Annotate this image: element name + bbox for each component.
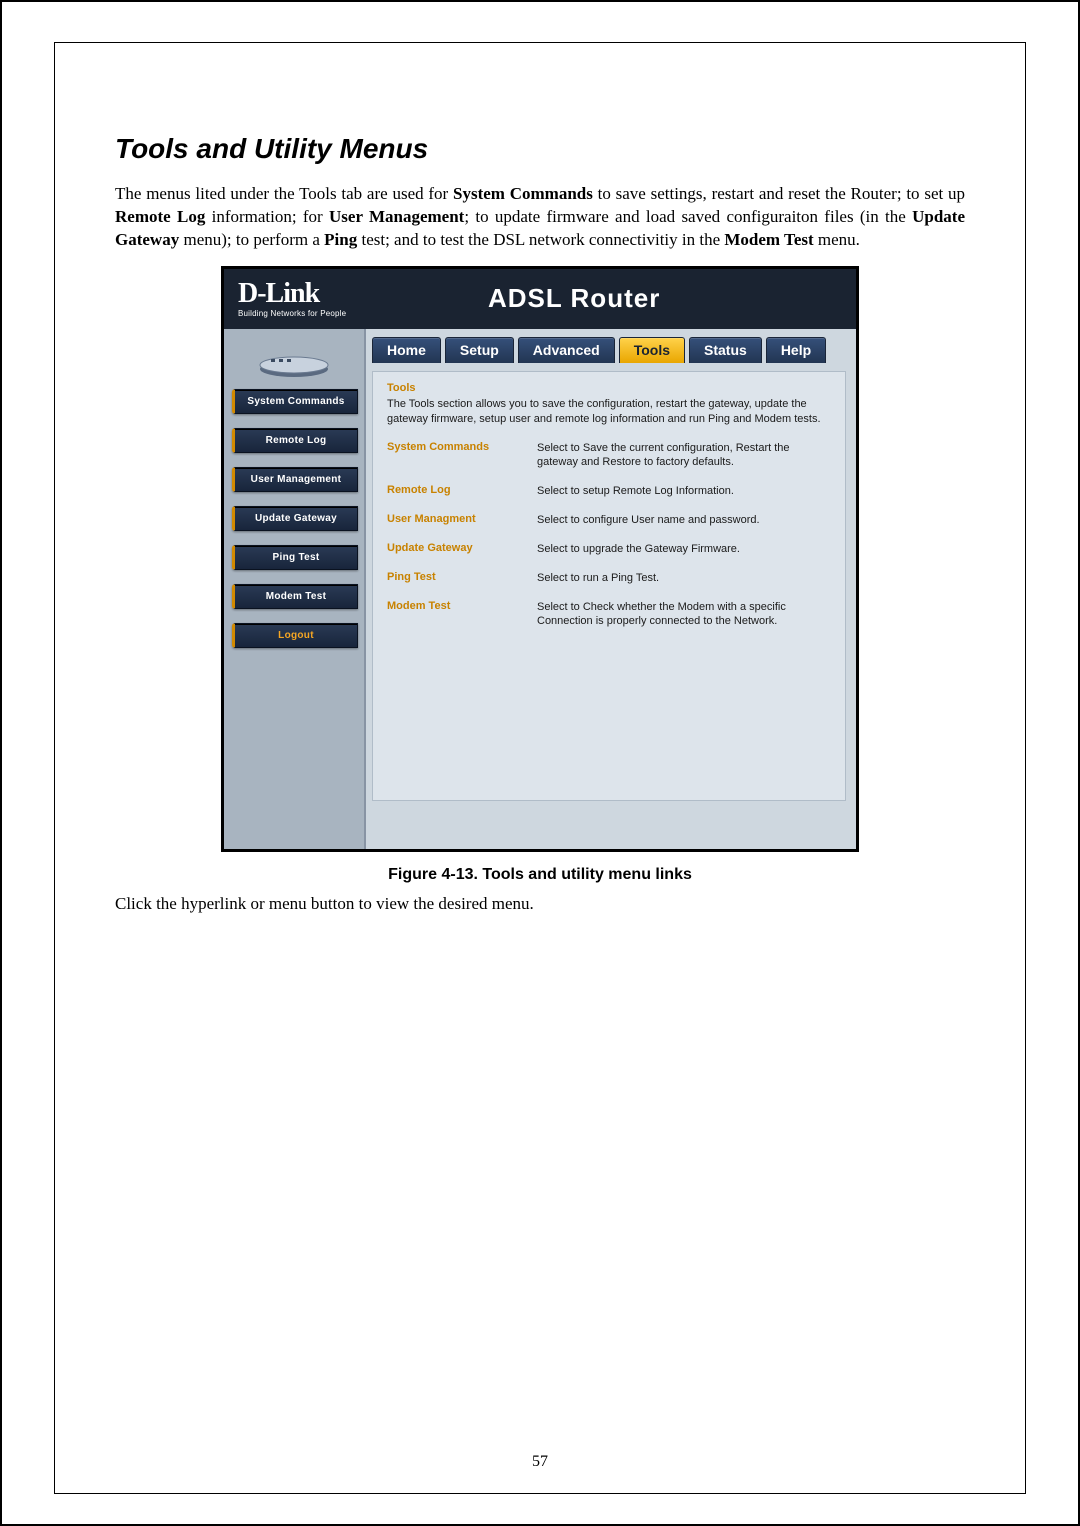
brand-name: D-Link xyxy=(238,280,346,308)
side-remote-log[interactable]: Remote Log xyxy=(232,428,358,453)
tools-content-card: Tools The Tools section allows you to sa… xyxy=(372,371,846,801)
side-modem-test[interactable]: Modem Test xyxy=(232,584,358,609)
router-title: ADSL Router xyxy=(346,283,842,314)
tool-row: Ping TestSelect to run a Ping Test. xyxy=(387,571,831,586)
tool-desc: Select to Check whether the Modem with a… xyxy=(537,600,831,630)
tool-link[interactable]: Modem Test xyxy=(387,600,537,630)
brand-tagline: Building Networks for People xyxy=(238,310,346,318)
tab-home[interactable]: Home xyxy=(372,337,441,363)
side-user-management[interactable]: User Management xyxy=(232,467,358,492)
side-system-commands[interactable]: System Commands xyxy=(232,389,358,414)
router-header: D-Link Building Networks for People ADSL… xyxy=(224,269,856,329)
router-screenshot: D-Link Building Networks for People ADSL… xyxy=(221,266,859,852)
tool-link[interactable]: User Managment xyxy=(387,513,537,528)
tool-link[interactable]: Remote Log xyxy=(387,484,537,499)
tool-row: User ManagmentSelect to configure User n… xyxy=(387,513,831,528)
tool-row: Modem TestSelect to Check whether the Mo… xyxy=(387,600,831,630)
figure-caption: Figure 4-13. Tools and utility menu link… xyxy=(115,866,965,884)
tool-desc: Select to upgrade the Gateway Firmware. xyxy=(537,542,831,557)
nav-tabs: HomeSetupAdvancedToolsStatusHelp xyxy=(372,337,846,363)
tool-link[interactable]: Ping Test xyxy=(387,571,537,586)
tool-desc: Select to Save the current configuration… xyxy=(537,441,831,471)
section-heading: Tools and Utility Menus xyxy=(115,133,965,165)
tool-desc: Select to setup Remote Log Information. xyxy=(537,484,831,499)
tool-desc: Select to configure User name and passwo… xyxy=(537,513,831,528)
tool-desc: Select to run a Ping Test. xyxy=(537,571,831,586)
instruction-text: Click the hyperlink or menu button to vi… xyxy=(115,894,965,914)
tab-status[interactable]: Status xyxy=(689,337,762,363)
tab-setup[interactable]: Setup xyxy=(445,337,514,363)
side-logout[interactable]: Logout xyxy=(232,623,358,648)
tool-link[interactable]: Update Gateway xyxy=(387,542,537,557)
intro-paragraph: The menus lited under the Tools tab are … xyxy=(115,183,965,252)
tab-tools[interactable]: Tools xyxy=(619,337,685,363)
side-update-gateway[interactable]: Update Gateway xyxy=(232,506,358,531)
tool-row: Remote LogSelect to setup Remote Log Inf… xyxy=(387,484,831,499)
tool-row: Update GatewaySelect to upgrade the Gate… xyxy=(387,542,831,557)
tab-help[interactable]: Help xyxy=(766,337,826,363)
dlink-logo: D-Link Building Networks for People xyxy=(238,280,346,318)
router-sidebar: System Commands Remote Log User Management… xyxy=(224,329,366,849)
content-section-desc: The Tools section allows you to save the… xyxy=(387,397,831,427)
page-number: 57 xyxy=(55,1453,1025,1471)
tool-row: System CommandsSelect to Save the curren… xyxy=(387,441,831,471)
tool-link[interactable]: System Commands xyxy=(387,441,537,471)
router-main: HomeSetupAdvancedToolsStatusHelp Tools T… xyxy=(366,329,856,849)
side-ping-test[interactable]: Ping Test xyxy=(232,545,358,570)
content-section-title: Tools xyxy=(387,382,831,394)
tab-advanced[interactable]: Advanced xyxy=(518,337,615,363)
device-icon xyxy=(232,337,356,381)
